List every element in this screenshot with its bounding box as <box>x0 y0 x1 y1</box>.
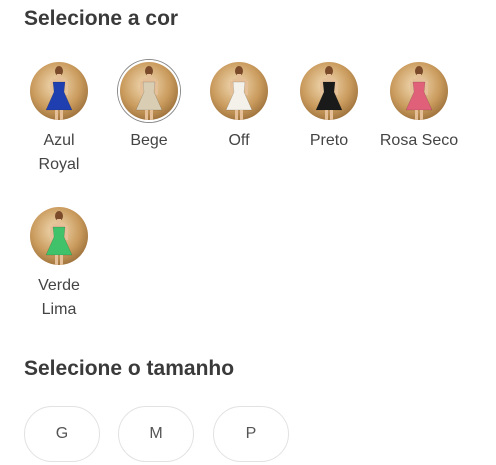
color-swatch-preto[interactable]: Preto <box>284 62 374 153</box>
color-swatch-label: Rosa Seco <box>379 132 459 149</box>
color-swatch-label: Bege <box>130 132 168 149</box>
dress-thumbnail-image <box>30 62 88 120</box>
color-swatch-rosa-seco[interactable]: Rosa Seco <box>374 62 464 153</box>
size-section-title: Selecione o tamanho <box>24 357 235 380</box>
color-swatch-label: Verde Lima <box>38 277 80 318</box>
dress-thumbnail-image <box>118 60 180 122</box>
color-swatch-verde-lima[interactable]: Verde Lima <box>14 207 104 322</box>
dress-thumbnail-image <box>210 62 268 120</box>
dress-thumbnail-image <box>300 62 358 120</box>
color-swatch-label: Azul Royal <box>38 132 80 173</box>
dress-thumbnail-image <box>390 62 448 120</box>
size-option-p[interactable]: P <box>213 406 289 462</box>
size-option-m[interactable]: M <box>118 406 194 462</box>
size-option-g[interactable]: G <box>24 406 100 462</box>
color-swatch-label: Off <box>228 132 250 149</box>
color-swatch-azul-royal[interactable]: Azul Royal <box>14 62 104 177</box>
color-section-title: Selecione a cor <box>24 7 179 30</box>
dress-thumbnail-image <box>30 207 88 265</box>
color-swatch-label: Preto <box>309 132 349 149</box>
color-swatch-off[interactable]: Off <box>194 62 284 153</box>
color-swatch-bege[interactable]: Bege <box>104 60 194 153</box>
